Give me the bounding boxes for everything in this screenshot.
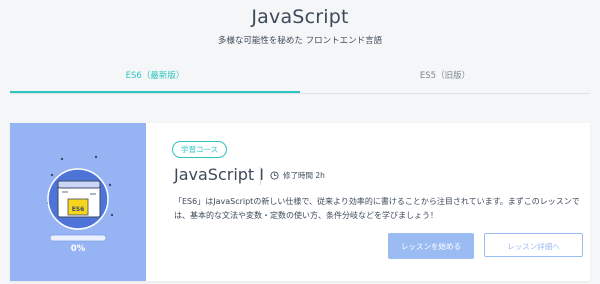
course-description: 「ES6」はJavaScriptの新しい仕様で、従来より効率的に書けることから注…	[174, 197, 580, 220]
sparkle-dot	[110, 213, 114, 217]
course-duration-text: 修了時間 2h	[283, 171, 325, 180]
progress-bar	[49, 234, 107, 242]
clock-icon	[270, 171, 279, 180]
tab-es5[interactable]: ES5（旧版）	[300, 63, 590, 91]
es6-label: ES6	[72, 206, 85, 213]
course-illustration: ES6	[46, 155, 114, 242]
page-title: JavaScript	[251, 6, 349, 28]
course-title: JavaScript I	[174, 165, 265, 184]
course-tag: 学習コース	[172, 141, 228, 158]
course-card: ES6 0% 学習コース JavaScript I 修了時間 2h 「ES6」は…	[10, 123, 590, 281]
tab-es6[interactable]: ES6（最新版）	[10, 63, 300, 93]
sparkle-dot	[50, 173, 54, 177]
lesson-detail-button[interactable]: レッスン詳細へ	[484, 233, 583, 257]
sparkle-dot	[94, 155, 98, 159]
progress-percent: 0%	[70, 244, 86, 254]
sparkle-dot	[60, 157, 64, 161]
version-tabs: ES6（最新版） ES5（旧版）	[10, 63, 590, 94]
page-subtitle: 多様な可能性を秘めた フロントエンド言語	[217, 36, 383, 46]
title-divider	[260, 167, 261, 185]
sparkle-dot	[108, 183, 112, 187]
browser-bar	[57, 180, 101, 189]
start-lesson-button[interactable]: レッスンを始める	[388, 233, 474, 259]
course-thumbnail: ES6 0%	[10, 123, 146, 281]
course-duration: 修了時間 2h	[270, 170, 325, 181]
